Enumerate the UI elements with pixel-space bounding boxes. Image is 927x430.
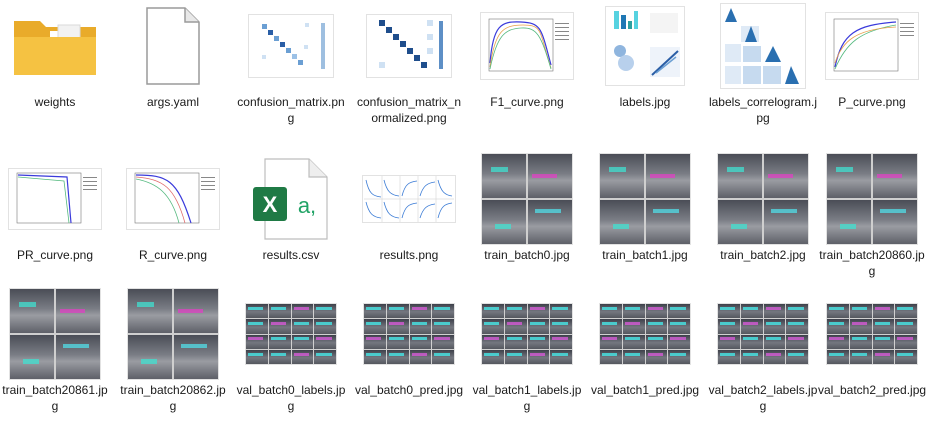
file-name: P_curve.png: [838, 95, 906, 109]
file-name: results.png: [379, 248, 439, 262]
p-curve-thumbnail: [826, 13, 918, 79]
file-tile-r-curve[interactable]: R_curve.png: [118, 155, 228, 295]
r-curve-thumbnail: [127, 169, 219, 229]
file-name: results.csv: [262, 248, 320, 262]
file-name: train_batch20861.jpg: [2, 383, 108, 413]
labels-correlogram-thumbnail: [721, 4, 805, 88]
file-tile-train-batch1[interactable]: train_batch1.jpg: [590, 154, 700, 295]
file-tile-val-batch1-pred[interactable]: val_batch1_pred.jpg: [590, 290, 700, 430]
file-name: labels.jpg: [619, 95, 671, 109]
file-name: train_batch2.jpg: [720, 248, 806, 262]
val-batch0-labels-thumbnail: [246, 304, 336, 364]
file-tile-weights[interactable]: weights: [0, 2, 110, 142]
file-tile-val-batch1-labels[interactable]: val_batch1_labels.jpg: [472, 290, 582, 430]
train-batch20861-thumbnail: [10, 289, 100, 379]
file-name: val_batch0_labels.jpg: [236, 383, 346, 413]
file-tile-args-yaml[interactable]: args.yaml: [118, 2, 228, 142]
folder-icon: [0, 2, 110, 90]
file-tile-val-batch2-labels[interactable]: val_batch2_labels.jpg: [708, 290, 818, 430]
train-batch1-thumbnail: [600, 154, 690, 244]
file-tile-labels[interactable]: labels.jpg: [590, 2, 700, 142]
file-name: PR_curve.png: [16, 248, 94, 262]
file-name: confusion_matrix_normalized.png: [356, 95, 462, 125]
blank-document-icon: [118, 2, 228, 90]
val-batch1-pred-thumbnail: [600, 304, 690, 364]
file-tile-val-batch0-labels[interactable]: val_batch0_labels.jpg: [236, 290, 346, 430]
confusion-matrix-thumbnail: [249, 15, 333, 77]
train-batch0-thumbnail: [482, 154, 572, 244]
val-batch2-pred-thumbnail: [827, 304, 917, 364]
f1-curve-thumbnail: [481, 13, 573, 79]
file-tile-val-batch0-pred[interactable]: val_batch0_pred.jpg: [354, 290, 464, 430]
labels-thumbnail: [606, 7, 684, 85]
file-name: train_batch20860.jpg: [819, 248, 925, 278]
results-thumbnail: [363, 176, 455, 222]
file-name: val_batch1_labels.jpg: [472, 383, 582, 413]
file-tile-results-csv[interactable]: X a, results.csv: [236, 155, 346, 295]
file-name: R_curve.png: [138, 248, 208, 262]
file-tile-train-batch0[interactable]: train_batch0.jpg: [472, 154, 582, 295]
file-tile-results-png[interactable]: results.png: [354, 155, 464, 295]
val-batch2-labels-thumbnail: [718, 304, 808, 364]
file-tile-confusion-matrix-normalized[interactable]: confusion_matrix_normalized.png: [354, 2, 464, 142]
train-batch20862-thumbnail: [128, 289, 218, 379]
file-tile-val-batch2-pred[interactable]: val_batch2_pred.jpg: [817, 290, 927, 430]
file-tile-train-batch20861[interactable]: train_batch20861.jpg: [0, 289, 110, 430]
file-tile-train-batch20862[interactable]: train_batch20862.jpg: [118, 289, 228, 430]
file-name: val_batch0_pred.jpg: [354, 383, 464, 397]
file-name: val_batch2_pred.jpg: [817, 383, 927, 397]
file-tile-labels-correlogram[interactable]: labels_correlogram.jpg: [708, 2, 818, 142]
file-tile-p-curve[interactable]: P_curve.png: [817, 2, 927, 142]
file-name: weights: [34, 95, 76, 109]
file-tile-train-batch2[interactable]: train_batch2.jpg: [708, 154, 818, 295]
excel-letter: X: [263, 192, 278, 217]
file-name: val_batch1_pred.jpg: [590, 383, 700, 397]
excel-suffix: a,: [298, 193, 316, 218]
val-batch1-labels-thumbnail: [482, 304, 572, 364]
file-name: labels_correlogram.jpg: [708, 95, 818, 125]
file-name: train_batch0.jpg: [484, 248, 570, 262]
file-name: val_batch2_labels.jpg: [708, 383, 818, 413]
file-tile-pr-curve[interactable]: PR_curve.png: [0, 155, 110, 295]
val-batch0-pred-thumbnail: [364, 304, 454, 364]
file-name: train_batch20862.jpg: [120, 383, 226, 413]
excel-csv-icon: X a,: [236, 155, 346, 243]
file-tile-f1-curve[interactable]: F1_curve.png: [472, 2, 582, 142]
file-name: train_batch1.jpg: [602, 248, 688, 262]
confusion-matrix-normalized-thumbnail: [367, 15, 451, 77]
file-name: args.yaml: [146, 95, 199, 109]
file-name: F1_curve.png: [490, 95, 564, 109]
file-tile-train-batch20860[interactable]: train_batch20860.jpg: [817, 154, 927, 295]
pr-curve-thumbnail: [9, 169, 101, 229]
train-batch2-thumbnail: [718, 154, 808, 244]
train-batch20860-thumbnail: [827, 154, 917, 244]
file-name: confusion_matrix.png: [237, 95, 345, 125]
file-tile-confusion-matrix[interactable]: confusion_matrix.png: [236, 2, 346, 142]
